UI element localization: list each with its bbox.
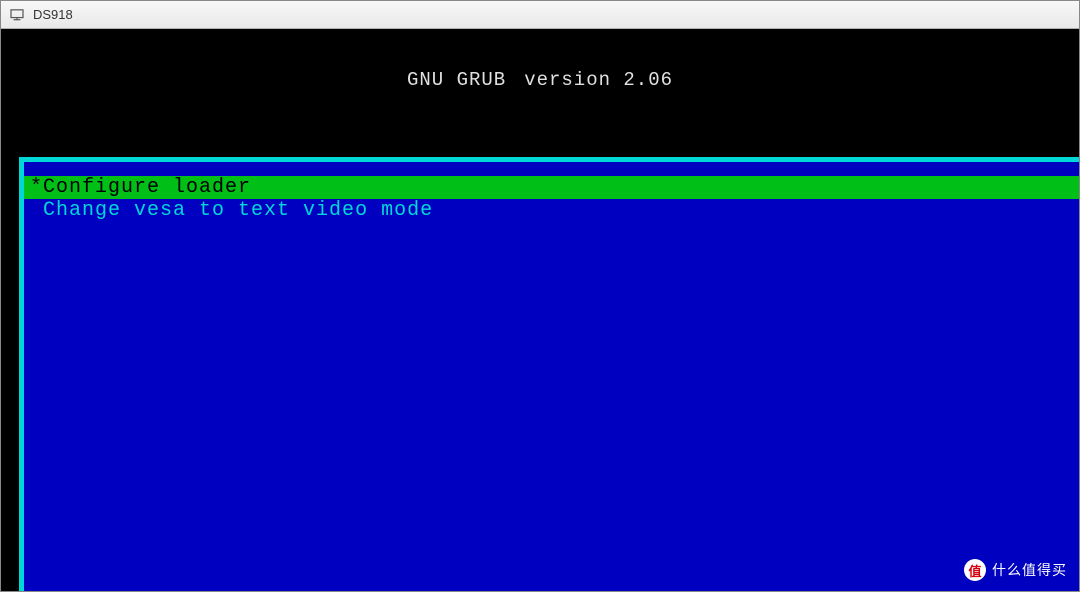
menu-item-label: Configure loader: [43, 176, 251, 199]
grub-name: GNU GRUB: [407, 69, 506, 91]
menu-item-label: Change vesa to text video mode: [43, 199, 433, 222]
grub-menu-frame: *Configure loader Change vesa to text vi…: [19, 157, 1079, 591]
grub-version: version 2.06: [524, 69, 673, 91]
grub-menu-item[interactable]: Change vesa to text video mode: [24, 199, 1079, 222]
grub-header: GNU GRUB version 2.06: [1, 69, 1079, 91]
grub-menu-item-selected[interactable]: *Configure loader: [24, 176, 1079, 199]
window-title: DS918: [33, 7, 73, 22]
window-titlebar[interactable]: DS918: [1, 1, 1079, 29]
watermark-text: 什么值得买: [992, 560, 1067, 580]
watermark: 值 什么值得买: [964, 559, 1067, 581]
vm-window: DS918 GNU GRUB version 2.06 *Configure lo…: [0, 0, 1080, 592]
console-screen: GNU GRUB version 2.06 *Configure loader C…: [1, 29, 1079, 591]
monitor-icon: [9, 9, 25, 21]
watermark-badge-icon: 值: [964, 559, 986, 581]
grub-menu[interactable]: *Configure loader Change vesa to text vi…: [24, 176, 1079, 222]
